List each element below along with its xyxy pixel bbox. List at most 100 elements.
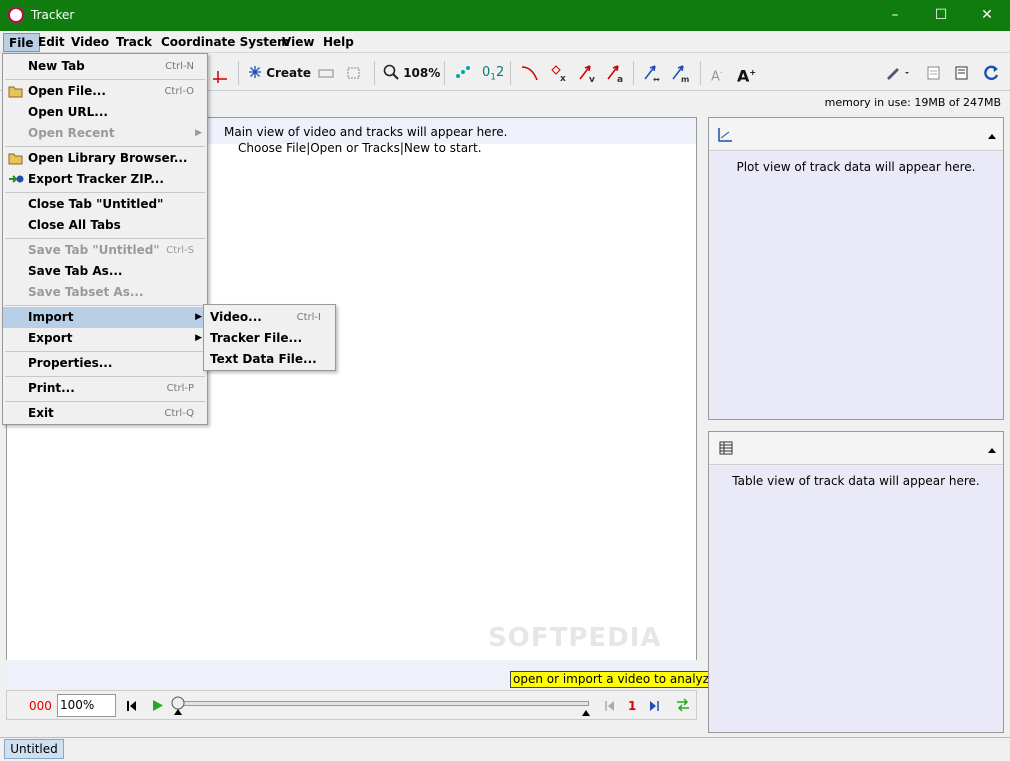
menu-item-open-file[interactable]: Open File... Ctrl-O xyxy=(3,81,207,102)
clip-settings-icon[interactable] xyxy=(318,61,334,85)
menu-item-label: Print... xyxy=(28,381,75,395)
menu-item-shortcut: Ctrl-S xyxy=(166,245,194,256)
menu-item-open-recent[interactable]: Open Recent ▶ xyxy=(3,123,207,144)
filter-icon[interactable] xyxy=(346,61,362,85)
end-marker-icon[interactable] xyxy=(581,706,591,720)
menu-track[interactable]: Track xyxy=(111,33,157,52)
plot-axes-icon[interactable] xyxy=(717,127,733,146)
menu-item-open-library-browser[interactable]: Open Library Browser... xyxy=(3,148,207,169)
position-x-icon[interactable]: x xyxy=(549,61,569,85)
menu-item-label: Import xyxy=(28,310,74,324)
menu-item-label: Open Library Browser... xyxy=(28,151,188,165)
decrease-font-button[interactable]: A- xyxy=(711,61,722,85)
slider-thumb-icon[interactable] xyxy=(171,696,185,719)
calibration-icon[interactable]: ↔ xyxy=(642,61,664,85)
menu-item-export[interactable]: Export ▶ xyxy=(3,328,207,349)
rate-spinner[interactable]: 100% xyxy=(57,694,116,717)
minimize-button[interactable]: – xyxy=(872,0,918,31)
collapse-icon[interactable] xyxy=(987,443,997,457)
create-star-icon xyxy=(249,66,261,78)
menu-separator xyxy=(5,401,205,402)
velocity-icon[interactable]: v xyxy=(577,61,597,85)
loop-icon[interactable] xyxy=(675,698,691,715)
menu-item-import-text-data[interactable]: Text Data File... xyxy=(204,349,335,370)
export-zip-icon xyxy=(8,172,24,186)
play-icon[interactable] xyxy=(152,699,164,715)
tab-untitled[interactable]: Untitled xyxy=(4,739,64,759)
plot-panel-header xyxy=(709,118,1003,151)
maximize-button[interactable]: ☐ xyxy=(918,0,964,31)
menu-item-shortcut: Ctrl-O xyxy=(164,86,194,97)
menu-coordinate-system[interactable]: Coordinate System xyxy=(156,33,295,52)
window-title: Tracker xyxy=(31,8,75,22)
menu-item-exit[interactable]: Exit Ctrl-Q xyxy=(3,403,207,424)
font-small-label: A xyxy=(711,69,720,85)
menu-separator xyxy=(5,146,205,147)
menu-video[interactable]: Video xyxy=(66,33,114,52)
menu-item-properties[interactable]: Properties... xyxy=(3,353,207,374)
go-to-start-icon[interactable] xyxy=(127,700,137,715)
increase-font-button[interactable]: A+ xyxy=(737,61,756,85)
menu-item-label: Tracker File... xyxy=(210,331,303,345)
menu-item-close-all-tabs[interactable]: Close All Tabs xyxy=(3,215,207,236)
menu-item-open-url[interactable]: Open URL... xyxy=(3,102,207,123)
tracker-app-icon xyxy=(8,7,24,23)
step-size[interactable]: 1 xyxy=(628,699,636,713)
toolbar-separator xyxy=(510,61,511,85)
axes-icon[interactable] xyxy=(210,61,230,85)
menu-view[interactable]: View xyxy=(277,33,319,52)
library-folder-icon xyxy=(8,151,24,165)
step-forward-icon[interactable] xyxy=(649,700,659,715)
menu-item-new-tab[interactable]: New Tab Ctrl-N xyxy=(3,56,207,77)
create-label: Create xyxy=(266,66,312,80)
zoom-button[interactable]: 108% xyxy=(383,61,440,85)
svg-text:↔: ↔ xyxy=(653,75,660,84)
trail-numbers-icon[interactable]: 012 xyxy=(482,61,504,85)
menu-item-label: Save Tab As... xyxy=(28,264,123,278)
menu-item-import-video[interactable]: Video... Ctrl-I xyxy=(204,307,335,328)
memory-usage: memory in use: 19MB of 247MB xyxy=(824,96,1001,109)
menu-item-print[interactable]: Print... Ctrl-P xyxy=(3,378,207,399)
table-grid-icon[interactable] xyxy=(719,441,733,458)
menu-separator xyxy=(5,238,205,239)
menu-item-import[interactable]: Import ▶ xyxy=(3,307,207,328)
menu-item-shortcut: Ctrl-N xyxy=(165,61,194,72)
description-icon[interactable] xyxy=(954,61,970,85)
menu-separator xyxy=(5,192,205,193)
track-points-icon[interactable] xyxy=(454,61,472,85)
pencil-drawing-icon[interactable] xyxy=(884,61,912,85)
refresh-icon[interactable] xyxy=(981,61,1001,85)
menu-bar: File Edit Video Track Coordinate System … xyxy=(0,31,1010,53)
frame-slider[interactable] xyxy=(177,701,589,706)
analyze-notice: open or import a video to analyze xyxy=(510,671,720,688)
menu-item-label: Export xyxy=(28,331,73,345)
import-submenu: Video... Ctrl-I Tracker File... Text Dat… xyxy=(203,304,336,371)
menu-item-label: Save Tabset As... xyxy=(28,285,144,299)
step-back-icon[interactable] xyxy=(605,700,615,715)
notes-icon[interactable] xyxy=(926,61,942,85)
menu-item-save-tab-as[interactable]: Save Tab As... xyxy=(3,261,207,282)
toolbar-separator xyxy=(700,61,701,85)
menu-item-save-tabset-as[interactable]: Save Tabset As... xyxy=(3,282,207,303)
watermark: SOFTPEDIA xyxy=(488,623,662,653)
create-button[interactable]: Create xyxy=(248,61,311,85)
path-icon[interactable] xyxy=(520,61,540,85)
font-large-label: A xyxy=(737,66,750,86)
menu-item-label: Open URL... xyxy=(28,105,108,119)
tab-bar xyxy=(0,737,1010,761)
menu-item-export-zip[interactable]: Export Tracker ZIP... xyxy=(3,169,207,190)
menu-edit[interactable]: Edit xyxy=(33,33,70,52)
submenu-arrow-icon: ▶ xyxy=(195,312,202,322)
menu-item-save-tab[interactable]: Save Tab "Untitled" Ctrl-S xyxy=(3,240,207,261)
close-button[interactable]: ✕ xyxy=(964,0,1010,31)
menu-help[interactable]: Help xyxy=(318,33,359,52)
menu-item-import-tracker-file[interactable]: Tracker File... xyxy=(204,328,335,349)
submenu-arrow-icon: ▶ xyxy=(195,128,202,138)
plot-panel-body: Plot view of track data will appear here… xyxy=(709,152,1003,419)
collapse-icon[interactable] xyxy=(987,129,997,143)
menu-item-label: Properties... xyxy=(28,356,113,370)
plot-panel: Plot view of track data will appear here… xyxy=(708,117,1004,420)
acceleration-icon[interactable]: a xyxy=(605,61,625,85)
center-of-mass-icon[interactable]: m xyxy=(670,61,692,85)
menu-item-close-tab[interactable]: Close Tab "Untitled" xyxy=(3,194,207,215)
